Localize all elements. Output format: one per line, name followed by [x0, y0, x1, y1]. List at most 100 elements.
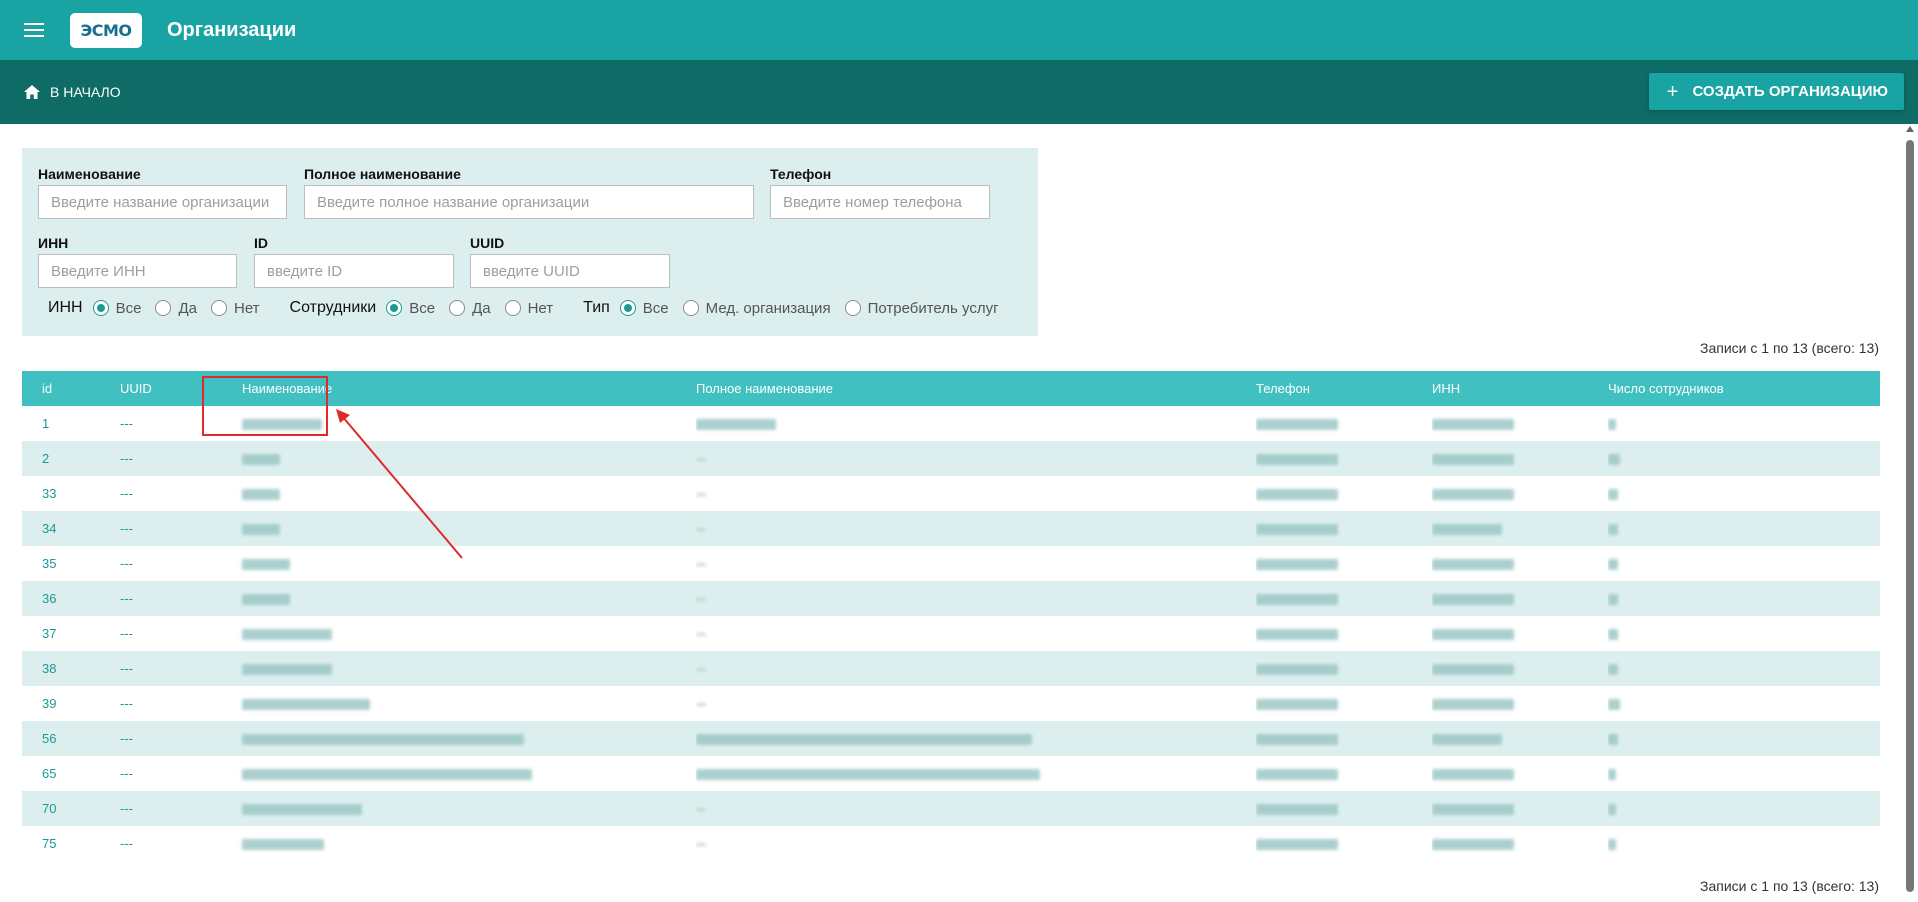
row-id: 38: [22, 651, 120, 686]
table-row[interactable]: 2 ---: [22, 441, 1880, 476]
row-inn: [1432, 756, 1608, 791]
type-radio-group-label: Тип: [583, 299, 610, 316]
app-logo[interactable]: ЭСМО: [70, 12, 142, 48]
row-employees: [1608, 441, 1880, 476]
row-name: [220, 756, 696, 791]
menu-button[interactable]: [17, 13, 51, 47]
page-scrollbar[interactable]: [1904, 126, 1916, 902]
row-inn: [1432, 616, 1608, 651]
page-title: Организации: [167, 18, 297, 41]
table-row[interactable]: 35 ---: [22, 546, 1880, 581]
row-phone: [1256, 441, 1432, 476]
inn-radio-yes[interactable]: Да: [155, 300, 197, 317]
row-inn: [1432, 791, 1608, 826]
row-phone: [1256, 581, 1432, 616]
inn-radio-all[interactable]: Все: [92, 300, 141, 317]
employees-radio-yes[interactable]: Да: [449, 300, 491, 317]
employees-radio-no[interactable]: Нет: [504, 300, 553, 317]
row-id: 56: [22, 721, 120, 756]
row-employees: [1608, 406, 1880, 441]
row-name: [220, 721, 696, 756]
home-icon: [24, 85, 40, 99]
name-filter: Наименование: [38, 166, 287, 219]
column-header-inn[interactable]: ИНН: [1432, 371, 1608, 406]
row-inn: [1432, 651, 1608, 686]
create-organization-button[interactable]: + СОЗДАТЬ ОРГАНИЗАЦИЮ: [1648, 73, 1904, 110]
column-header-id[interactable]: id: [22, 371, 120, 406]
name-filter-label: Наименование: [38, 166, 141, 182]
row-uuid: ---: [120, 696, 133, 711]
row-uuid: ---: [120, 511, 220, 546]
row-phone: [1256, 651, 1432, 686]
employees-radio-all[interactable]: Все: [386, 300, 435, 317]
table-row[interactable]: 65 ---: [22, 756, 1880, 791]
scroll-up-arrow-icon[interactable]: [1906, 126, 1914, 132]
phone-filter-input[interactable]: [770, 185, 990, 219]
row-inn: [1432, 581, 1608, 616]
row-uuid: ---: [120, 441, 220, 476]
table-row[interactable]: 33 ---: [22, 476, 1880, 511]
uuid-filter-input[interactable]: [470, 254, 670, 288]
row-employees: [1608, 511, 1880, 546]
plus-icon: +: [1666, 80, 1679, 103]
row-uuid: ---: [120, 791, 220, 826]
row-employees: [1608, 721, 1880, 756]
row-employees: [1608, 546, 1880, 581]
row-id: 35: [42, 556, 57, 571]
table-row[interactable]: 38 ---: [22, 651, 1880, 686]
row-id: 34: [22, 511, 120, 546]
column-header-full-name[interactable]: Полное наименование: [696, 371, 1256, 406]
inn-filter-label: ИНН: [38, 235, 69, 251]
row-id: 2: [22, 441, 120, 476]
inn-radio-no[interactable]: Нет: [210, 300, 260, 317]
table-row[interactable]: 36 ---: [22, 581, 1880, 616]
row-phone: [1256, 686, 1432, 721]
row-full-name: [696, 686, 1256, 721]
type-radio-medical[interactable]: Мед. организация: [682, 300, 831, 317]
row-inn: [1432, 476, 1608, 511]
full-name-filter-label: Полное наименование: [304, 166, 461, 182]
row-phone: [1256, 721, 1432, 756]
row-full-name: [696, 546, 1256, 581]
type-radio-consumer[interactable]: Потребитель услуг: [844, 300, 999, 317]
row-phone: [1256, 546, 1432, 581]
row-employees: [1608, 791, 1880, 826]
row-full-name: [696, 406, 1256, 441]
app-bar: ЭСМО Организации: [0, 0, 1918, 60]
hamburger-icon: [24, 23, 44, 37]
id-filter-input[interactable]: [254, 254, 454, 288]
home-link[interactable]: В НАЧАЛО: [24, 84, 121, 100]
row-phone: [1256, 826, 1432, 861]
row-id: 39: [42, 696, 57, 711]
inn-radio-group-label: ИНН: [48, 299, 83, 316]
scrollbar-thumb[interactable]: [1906, 140, 1914, 892]
row-uuid: ---: [120, 486, 133, 501]
table-row[interactable]: 39 ---: [22, 686, 1880, 721]
row-id: 37: [42, 626, 57, 641]
row-name: [220, 826, 696, 861]
inn-filter-input[interactable]: [38, 254, 237, 288]
full-name-filter-input[interactable]: [304, 185, 754, 219]
row-id: 36: [22, 581, 120, 616]
row-id: 70: [22, 791, 120, 826]
table-row[interactable]: 37 ---: [22, 616, 1880, 651]
row-inn: [1432, 511, 1608, 546]
row-employees: [1608, 581, 1880, 616]
home-link-label: В НАЧАЛО: [50, 84, 121, 100]
table-row[interactable]: 70 ---: [22, 791, 1880, 826]
row-uuid: ---: [120, 651, 220, 686]
row-employees: [1608, 686, 1880, 721]
row-name: [220, 476, 696, 511]
name-filter-input[interactable]: [38, 185, 287, 219]
column-header-employees[interactable]: Число сотрудников: [1608, 371, 1880, 406]
table-row[interactable]: 34 ---: [22, 511, 1880, 546]
column-header-phone[interactable]: Телефон: [1256, 371, 1432, 406]
row-name: [220, 791, 696, 826]
row-uuid: ---: [120, 721, 220, 756]
row-phone: [1256, 756, 1432, 791]
table-row[interactable]: 56 ---: [22, 721, 1880, 756]
table-row[interactable]: 75 ---: [22, 826, 1880, 861]
row-name: [220, 686, 696, 721]
type-radio-all[interactable]: Все: [619, 300, 669, 317]
row-phone: [1256, 476, 1432, 511]
